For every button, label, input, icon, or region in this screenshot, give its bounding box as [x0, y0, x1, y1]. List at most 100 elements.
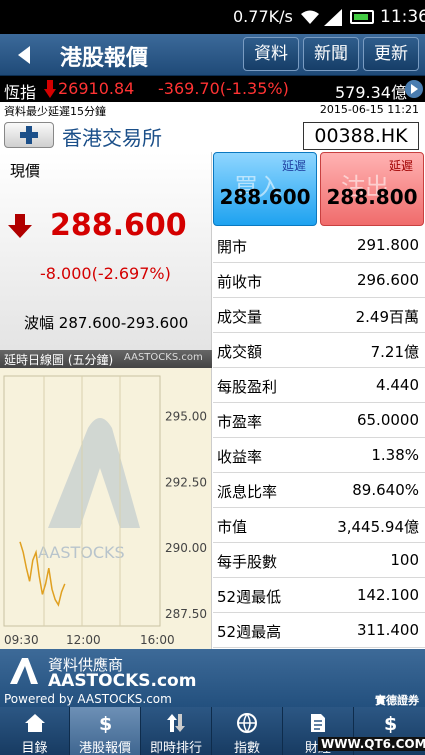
stats-row: 52週最低 142.100: [213, 578, 425, 613]
stats-row: 52週最高 311.400: [213, 613, 425, 648]
x-tick-label: 16:00: [140, 633, 175, 647]
index-turnover: 579.34億: [335, 83, 407, 102]
day-range-label: 波幅: [24, 314, 55, 332]
info-button[interactable]: 資料: [243, 37, 299, 71]
clock: 11:36: [380, 7, 425, 27]
provider-banner[interactable]: 資料供應商 AASTOCKS.com Powered by AASTOCKS.c…: [0, 649, 425, 707]
day-range: 波幅 287.600-293.600: [24, 312, 188, 333]
page-title: 港股報價: [60, 46, 149, 71]
signal-icon: [324, 9, 342, 26]
stat-value: 1.38%: [371, 446, 419, 464]
stat-value: 142.100: [356, 586, 419, 604]
add-watchlist-button[interactable]: [4, 122, 54, 148]
stats-row: 收益率 1.38%: [213, 438, 425, 473]
svg-text:$: $: [384, 713, 397, 734]
stat-value: 311.400: [356, 621, 419, 639]
y-tick-label: 295.00: [165, 409, 207, 423]
powered-by: Powered by AASTOCKS.com: [4, 692, 172, 706]
stat-label: 市盈率: [217, 413, 263, 431]
y-tick-label: 287.50: [165, 607, 207, 621]
x-tick-label: 09:30: [4, 633, 39, 647]
status-bar: 0.77K/s 11:36: [0, 0, 425, 34]
down-arrow-icon: [8, 214, 32, 238]
down-arrow-icon: [44, 80, 56, 98]
chart-watermark-text: AASTOCKS: [38, 543, 125, 562]
stat-label: 開市: [217, 238, 248, 256]
battery-icon: [350, 10, 374, 24]
wifi-icon: [301, 10, 319, 24]
stat-value: 65.0000: [356, 411, 419, 429]
stats-row: 市值 3,445.94億: [213, 508, 425, 543]
dollar-icon: $: [99, 713, 112, 734]
app-header: 港股報價 資料 新聞 更新: [0, 34, 425, 76]
stat-value: 7.21億: [370, 343, 419, 361]
bid-price: 288.600: [219, 185, 311, 209]
chart-title: 延時日線圖 (五分鐘): [4, 353, 114, 367]
index-ticker[interactable]: 恆指 26910.84 -369.70(-1.35%) 579.34億: [0, 76, 425, 102]
stat-label: 52週最高: [217, 623, 282, 641]
stat-label: 每股盈利: [217, 378, 278, 396]
quote-panel: 資料最少延遲15分鐘 2015-06-15 11:21 香港交易所 現價 288…: [0, 102, 425, 650]
current-price-label: 現價: [10, 162, 41, 180]
refresh-button[interactable]: 更新: [363, 37, 419, 71]
intraday-chart[interactable]: 延時日線圖 (五分鐘) AASTOCKS.com AASTOCKS 295.00…: [0, 350, 212, 650]
chevron-right-icon[interactable]: [405, 80, 423, 98]
sort-icon: [167, 714, 185, 732]
document-icon: [311, 714, 325, 732]
chart-source: AASTOCKS.com: [124, 352, 203, 363]
stat-label: 收益率: [217, 448, 263, 466]
delay-note: 資料最少延遲15分鐘: [4, 105, 106, 118]
index-name: 恆指: [4, 83, 37, 102]
stat-label: 每手股數: [217, 553, 278, 571]
stat-label: 成交量: [217, 308, 263, 326]
price-change: -8.000(-2.697%): [40, 264, 171, 283]
ask-button[interactable]: 延遲 沽出 288.800: [320, 152, 424, 226]
stats-row: 前收市 296.600: [213, 263, 425, 298]
svg-text:$: $: [99, 713, 112, 734]
dollar-icon: $: [384, 713, 397, 734]
ask-delay-label: 延遲: [388, 159, 413, 173]
stats-row: 成交額 7.21億: [213, 333, 425, 368]
news-button[interactable]: 新聞: [303, 37, 359, 71]
stats-row: 每手股數 100: [213, 543, 425, 578]
stat-value: 296.600: [356, 271, 419, 289]
stock-code-input[interactable]: [303, 122, 419, 150]
day-range-value: 287.600-293.600: [58, 314, 189, 332]
tab-hk-quote[interactable]: $ 港股報價: [70, 707, 141, 755]
stats-row: 市盈率 65.0000: [213, 403, 425, 438]
stat-value: 89.640%: [352, 481, 419, 499]
chart-header: 延時日線圖 (五分鐘) AASTOCKS.com: [0, 350, 212, 368]
stat-value: 3,445.94億: [337, 518, 419, 536]
stat-label: 52週最低: [217, 588, 282, 606]
globe-icon: [237, 713, 257, 734]
plus-icon: [20, 126, 38, 144]
broker-name: 實德證券: [375, 694, 419, 707]
back-arrow-icon[interactable]: [14, 44, 36, 66]
ask-price: 288.800: [326, 185, 418, 209]
stats-row: 成交量 2.49百萬: [213, 298, 425, 333]
stat-label: 派息比率: [217, 483, 278, 501]
chart-watermark: AASTOCKS: [38, 418, 140, 562]
index-change: -369.70(-1.35%): [158, 79, 289, 98]
exchange-name: 香港交易所: [62, 126, 162, 150]
stats-table: 開市 291.800 前收市 296.600 成交量 2.49百萬成交額 7.21億每股盈利…: [213, 228, 425, 648]
tab-index[interactable]: 指數: [212, 707, 283, 755]
home-icon: [24, 714, 45, 732]
y-tick-label: 292.50: [165, 475, 207, 489]
chart-plot: AASTOCKS 295.00 292.50 290.00 287.50 09:30 12…: [3, 375, 207, 647]
stats-row: 每股盈利 4.440: [213, 368, 425, 403]
quote-datetime: 2015-06-15 11:21: [319, 103, 419, 116]
bid-button[interactable]: 延遲 買入 288.600: [213, 152, 317, 226]
bid-delay-label: 延遲: [281, 159, 306, 173]
bottom-tab-bar: 目錄 $ 港股報價 即時排行 指數 財經 $ WWW.QT6.COM: [0, 707, 425, 755]
index-value: 26910.84: [58, 79, 135, 98]
site-watermark: WWW.QT6.COM: [318, 737, 425, 751]
stat-value: 291.800: [356, 236, 419, 254]
stats-row: 派息比率 89.640%: [213, 473, 425, 508]
price-summary: 現價 288.600 -8.000(-2.697%) 波幅 287.600-29…: [0, 152, 212, 350]
current-price: 288.600: [50, 208, 187, 243]
stat-label: 市值: [217, 518, 248, 536]
tab-menu[interactable]: 目錄: [0, 707, 70, 755]
tab-ranking[interactable]: 即時排行: [141, 707, 212, 755]
stat-label: 成交額: [217, 343, 263, 361]
